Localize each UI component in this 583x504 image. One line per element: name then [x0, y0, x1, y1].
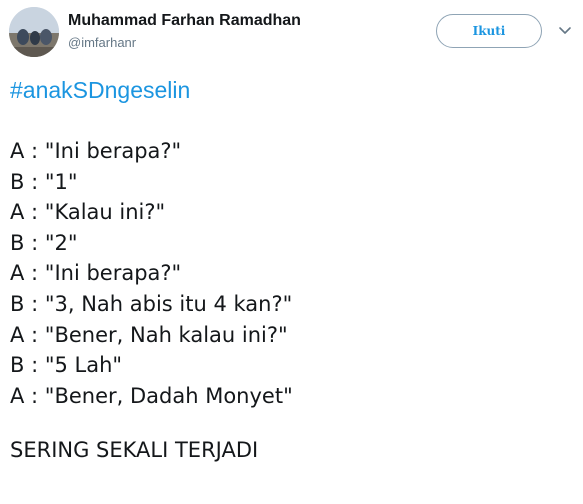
- dialogue-line: A : "Bener, Dadah Monyet": [10, 383, 293, 408]
- dialogue-line: B : "2": [10, 230, 78, 255]
- tweet-closing-line: SERING SEKALI TERJADI: [10, 438, 259, 463]
- dialogue-line: A : "Ini berapa?": [10, 139, 182, 163]
- dialogue-line: B : "3, Nah abis itu 4 kan?": [10, 291, 293, 316]
- hashtag-link[interactable]: #anakSDngeselin: [10, 68, 570, 112]
- dialogue-line: B : "1": [10, 169, 78, 194]
- avatar[interactable]: [9, 7, 59, 57]
- chevron-down-icon[interactable]: [558, 26, 572, 36]
- tweet-text: #anakSDngeselin A : "Ini berapa?" B : "1…: [10, 68, 570, 465]
- dialogue-line: A : "Bener, Nah kalau ini?": [10, 322, 288, 347]
- dialogue-line: B : "5 Lah": [10, 353, 123, 378]
- dialogue-line: A : "Kalau ini?": [10, 200, 166, 225]
- dialogue-line: A : "Ini berapa?": [10, 261, 182, 286]
- author-handle[interactable]: @imfarhanr: [68, 35, 136, 50]
- author-name[interactable]: Muhammad Farhan Ramadhan: [68, 12, 301, 30]
- tweet-header: Muhammad Farhan Ramadhan @imfarhanr Ikut…: [0, 0, 583, 70]
- follow-button[interactable]: Ikuti: [436, 14, 542, 48]
- avatar-photo-icon: [9, 7, 59, 57]
